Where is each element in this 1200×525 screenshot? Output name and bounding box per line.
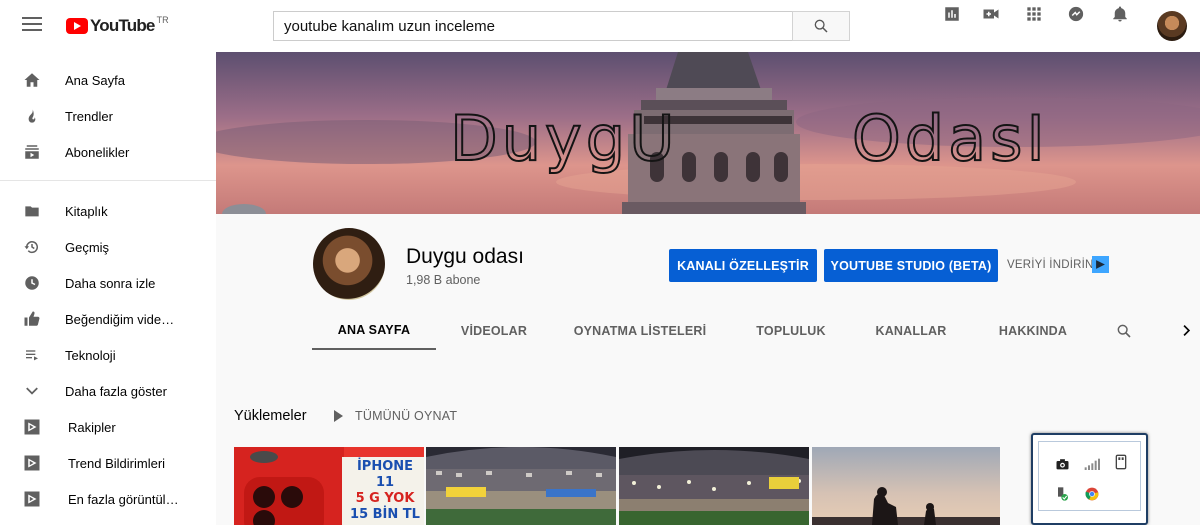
chrome-icon[interactable]	[1084, 486, 1100, 502]
play-all-button[interactable]: TÜMÜNÜ OYNAT	[334, 409, 457, 423]
video-thumbnail[interactable]: İPHONE 11 5 G YOK 15 BİN TL	[234, 447, 424, 525]
tab-home[interactable]: ANA SAYFA	[312, 311, 436, 350]
youtube-studio-button[interactable]: YOUTUBE STUDIO (BETA)	[824, 249, 998, 282]
customize-channel-button[interactable]: KANALI ÖZELLEŞTİR	[669, 249, 817, 282]
account-avatar[interactable]	[1157, 11, 1187, 41]
thumbnail-caption: İPHONE 11 5 G YOK 15 BİN TL	[350, 459, 420, 522]
playlist-play-icon	[22, 453, 42, 473]
clock-icon	[22, 273, 42, 293]
tabs-scroll-right-chevron-icon[interactable]	[1178, 311, 1194, 350]
signal-strength-icon[interactable]	[1084, 456, 1100, 472]
tab-about[interactable]: HAKKINDA	[988, 311, 1078, 350]
youtube-logo[interactable]: YouTube TR	[66, 15, 169, 36]
tab-videos[interactable]: VİDEOLAR	[452, 311, 536, 350]
thumbs-up-icon	[22, 309, 42, 329]
sidebar-item-most-viewed-playlist[interactable]: En fazla görüntül…	[0, 481, 216, 517]
channel-tabs: ANA SAYFA VİDEOLAR OYNATMA LİSTELERİ TOP…	[216, 311, 1200, 350]
channel-header: Duygu odası 1,98 B abone KANALI ÖZELLEŞT…	[216, 214, 1200, 350]
sidebar-item-liked-videos[interactable]: Beğendiğim vide…	[0, 301, 216, 337]
channel-avatar[interactable]	[313, 228, 385, 300]
playlist-icon	[22, 345, 42, 365]
search-icon	[814, 19, 828, 33]
tab-playlists[interactable]: OYNATMA LİSTELERİ	[568, 311, 712, 350]
banner-art: DuygU OdasI	[216, 52, 1200, 214]
system-tray-popup	[1031, 433, 1148, 525]
search-input[interactable]	[273, 11, 792, 41]
playlist-play-icon	[22, 489, 42, 509]
tab-community[interactable]: TOPLULUK	[746, 311, 836, 350]
search-button[interactable]	[792, 11, 850, 41]
sidebar-item-trend-notifications-playlist[interactable]: Trend Bildirimleri	[0, 445, 216, 481]
sidebar-item-rivals-playlist[interactable]: Rakipler	[0, 409, 216, 445]
notifications-bell-icon[interactable]	[1108, 2, 1132, 26]
sidebar-item-technology-playlist[interactable]: Teknoloji	[0, 337, 216, 373]
play-icon	[334, 410, 343, 422]
sidebar-divider	[0, 180, 216, 181]
hamburger-menu-icon[interactable]	[22, 17, 42, 33]
safely-remove-hardware-icon[interactable]	[1054, 486, 1070, 502]
video-thumbnail[interactable]	[426, 447, 616, 525]
search-bar	[273, 11, 850, 41]
sidebar-item-library[interactable]: Kitaplık	[0, 193, 216, 229]
apps-grid-icon[interactable]	[1022, 2, 1046, 26]
folder-icon	[22, 201, 42, 221]
channel-name: Duygu odası	[406, 245, 524, 268]
channel-banner: DuygU OdasI	[216, 52, 1200, 214]
tray-icons-panel	[1038, 441, 1141, 511]
youtube-play-icon	[66, 18, 88, 34]
fire-icon	[22, 106, 42, 126]
banner-left-text: DuygU	[450, 102, 678, 175]
create-video-icon[interactable]	[979, 2, 1003, 26]
camera-icon[interactable]	[1054, 456, 1070, 472]
playlist-play-icon	[22, 417, 42, 437]
sidebar-item-trending[interactable]: Trendler	[0, 98, 216, 134]
uploads-section-title: Yüklemeler	[234, 408, 307, 424]
analytics-icon[interactable]	[940, 2, 964, 26]
top-bar: YouTube TR	[0, 0, 1200, 52]
sidebar-item-watch-later[interactable]: Daha sonra izle	[0, 265, 216, 301]
messages-icon[interactable]	[1064, 2, 1088, 26]
video-thumbnail[interactable]	[619, 447, 809, 525]
sidebar-show-more[interactable]: Daha fazla göster	[0, 373, 216, 409]
tab-channels[interactable]: KANALLAR	[866, 311, 956, 350]
subscriber-count: 1,98 B abone	[406, 273, 481, 287]
download-play-icon[interactable]	[1092, 256, 1109, 273]
history-icon	[22, 237, 42, 257]
banner-right-text: OdasI	[852, 102, 1049, 175]
sidebar-item-home[interactable]: Ana Sayfa	[0, 62, 216, 98]
download-data-link[interactable]: VERİYİ İNDİRİN	[1007, 259, 1094, 271]
sidebar: Ana Sayfa Trendler Abonelikler Kitaplık …	[0, 52, 216, 525]
channel-search-icon[interactable]	[1112, 311, 1136, 350]
sidebar-item-history[interactable]: Geçmiş	[0, 229, 216, 265]
home-icon	[22, 70, 42, 90]
sidebar-item-subscriptions[interactable]: Abonelikler	[0, 134, 216, 170]
chevron-down-icon	[22, 381, 42, 401]
video-thumbnail[interactable]	[812, 447, 1000, 525]
subscriptions-icon	[22, 142, 42, 162]
usb-device-icon[interactable]	[1113, 454, 1129, 470]
